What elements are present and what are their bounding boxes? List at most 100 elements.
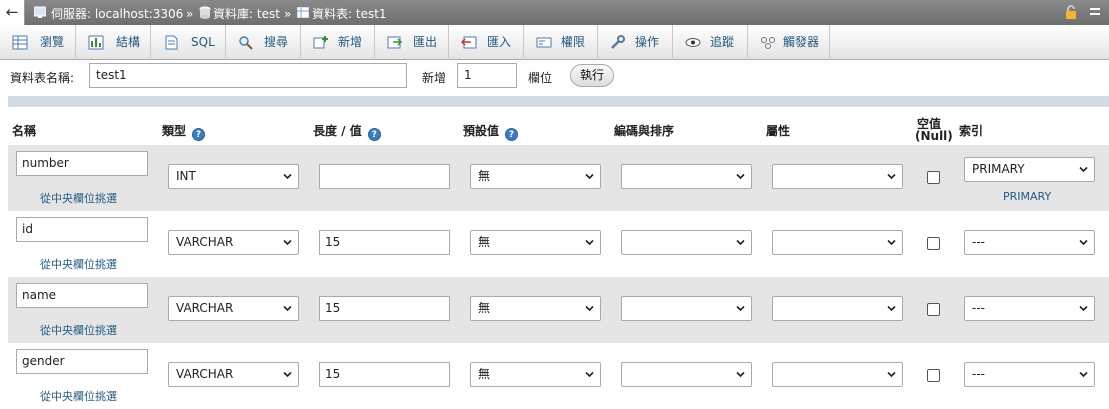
breadcrumb-server[interactable]: 伺服器: localhost:3306 xyxy=(51,7,183,21)
pick-from-central-link[interactable]: 從中央欄位挑選 xyxy=(40,322,117,338)
table-row: id 從中央欄位挑選 VARCHAR 15 無 --- xyxy=(8,211,1109,277)
default-select[interactable]: 無 xyxy=(470,296,601,321)
collation-select[interactable] xyxy=(621,362,752,387)
length-input[interactable] xyxy=(319,164,450,189)
index-select[interactable]: --- xyxy=(964,230,1095,255)
help-icon[interactable]: ? xyxy=(192,128,206,141)
tab-sql[interactable]: SQL xyxy=(151,25,226,60)
structure-icon xyxy=(88,35,104,50)
null-checkbox[interactable] xyxy=(927,171,940,184)
table-name-input[interactable]: test1 xyxy=(89,63,407,88)
add-label: 新增 xyxy=(422,71,447,85)
export-icon xyxy=(387,36,403,49)
chevron-down-icon xyxy=(1079,166,1088,173)
attributes-select[interactable] xyxy=(772,296,903,321)
tab-import[interactable]: 匯入 xyxy=(449,25,524,60)
pick-from-central-link[interactable]: 從中央欄位挑選 xyxy=(40,190,117,206)
column-name-input[interactable]: gender xyxy=(16,349,148,374)
table-icon xyxy=(297,7,309,18)
import-icon xyxy=(461,36,477,49)
tab-tracking[interactable]: 追蹤 xyxy=(673,25,748,60)
header-length: 長度 / 值? xyxy=(313,122,381,141)
chevron-down-icon xyxy=(283,239,292,246)
collation-select[interactable] xyxy=(621,164,752,189)
chevron-down-icon xyxy=(1079,371,1088,378)
index-primary-link[interactable]: PRIMARY xyxy=(1003,190,1051,203)
breadcrumb-separator: » xyxy=(186,7,194,21)
chevron-down-icon xyxy=(1079,305,1088,312)
breadcrumb-database[interactable]: 資料庫: test xyxy=(213,7,280,21)
tab-browse[interactable]: 瀏覽 xyxy=(0,25,76,60)
tab-search[interactable]: 搜尋 xyxy=(226,25,301,60)
header-attributes: 屬性 xyxy=(766,124,791,138)
breadcrumb-table[interactable]: 資料表: test1 xyxy=(312,7,387,21)
breadcrumb: ← 伺服器: localhost:3306 » 資料庫: test » 資料表:… xyxy=(0,0,1109,25)
help-icon[interactable]: ? xyxy=(505,128,519,141)
chevron-down-icon xyxy=(887,239,896,246)
collation-select[interactable] xyxy=(621,230,752,255)
attributes-select[interactable] xyxy=(772,362,903,387)
chevron-down-icon xyxy=(736,239,745,246)
null-checkbox[interactable] xyxy=(927,369,940,382)
table-row: gender 從中央欄位挑選 VARCHAR 15 無 --- xyxy=(8,343,1109,409)
header-divider xyxy=(8,96,1109,107)
default-select[interactable]: 無 xyxy=(470,362,601,387)
column-name-input[interactable]: id xyxy=(16,217,148,242)
index-select[interactable]: PRIMARY xyxy=(964,157,1095,182)
index-select[interactable]: --- xyxy=(964,296,1095,321)
table-row: number 從中央欄位挑選 INT 無 PRIMARY PRIMARY xyxy=(8,145,1109,211)
column-name-input[interactable]: name xyxy=(16,283,148,308)
chevron-down-icon xyxy=(585,173,594,180)
type-select[interactable]: INT xyxy=(168,164,299,189)
attributes-select[interactable] xyxy=(772,164,903,189)
lock-icon[interactable] xyxy=(1064,5,1078,19)
chevron-down-icon xyxy=(887,173,896,180)
attributes-select[interactable] xyxy=(772,230,903,255)
tab-insert[interactable]: 新增 xyxy=(301,25,375,60)
back-arrow-icon[interactable]: ← xyxy=(0,0,25,25)
header-index: 索引 xyxy=(959,124,984,138)
privileges-icon xyxy=(536,37,552,48)
type-select[interactable]: VARCHAR xyxy=(168,230,299,255)
type-select[interactable]: VARCHAR xyxy=(168,296,299,321)
wrench-icon xyxy=(611,35,625,49)
collation-select[interactable] xyxy=(621,296,752,321)
chevron-down-icon xyxy=(887,305,896,312)
type-select[interactable]: VARCHAR xyxy=(168,362,299,387)
columns-label: 欄位 xyxy=(528,71,553,85)
tab-operations[interactable]: 操作 xyxy=(598,25,673,60)
header-type: 類型? xyxy=(162,122,206,141)
tab-triggers[interactable]: 觸發器 xyxy=(748,25,830,60)
length-input[interactable]: 15 xyxy=(319,362,450,387)
table-name-label: 資料表名稱: xyxy=(10,71,75,85)
chevron-down-icon xyxy=(585,371,594,378)
search-icon xyxy=(239,36,253,50)
help-icon[interactable]: ? xyxy=(367,128,381,141)
tab-structure[interactable]: 結構 xyxy=(76,25,151,60)
tab-export[interactable]: 匯出 xyxy=(375,25,449,60)
null-checkbox[interactable] xyxy=(927,303,940,316)
collapse-icon[interactable] xyxy=(1088,5,1102,19)
chevron-down-icon xyxy=(283,371,292,378)
chevron-down-icon xyxy=(736,173,745,180)
null-checkbox[interactable] xyxy=(927,237,940,250)
length-input[interactable]: 15 xyxy=(319,296,450,321)
add-count-input[interactable]: 1 xyxy=(457,63,517,88)
default-select[interactable]: 無 xyxy=(470,230,601,255)
default-select[interactable]: 無 xyxy=(470,164,601,189)
tab-privileges[interactable]: 權限 xyxy=(524,25,598,60)
chevron-down-icon xyxy=(736,371,745,378)
column-name-input[interactable]: number xyxy=(16,151,148,176)
go-button[interactable]: 執行 xyxy=(570,64,614,87)
chevron-down-icon xyxy=(283,305,292,312)
insert-icon xyxy=(313,36,328,49)
pick-from-central-link[interactable]: 從中央欄位挑選 xyxy=(40,256,117,272)
tab-bar: 瀏覽 結構 SQL 搜尋 新增 匯出 匯入 權限 操作 追蹤 觸發器 xyxy=(0,25,1109,60)
index-select[interactable]: --- xyxy=(964,362,1095,387)
header-null-sub: (Null) xyxy=(915,129,953,143)
eye-icon xyxy=(685,38,701,47)
header-collation: 編碼與排序 xyxy=(614,124,675,138)
length-input[interactable]: 15 xyxy=(319,230,450,255)
chevron-down-icon xyxy=(1079,239,1088,246)
chevron-down-icon xyxy=(283,173,292,180)
